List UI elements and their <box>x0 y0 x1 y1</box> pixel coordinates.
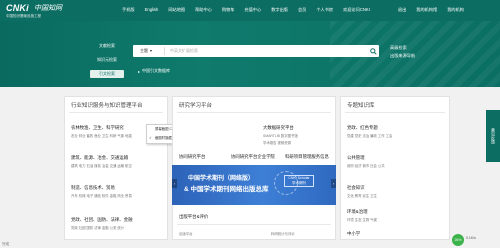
card-title[interactable]: 研究学习平台 <box>173 97 335 109</box>
sub-link[interactable]: 数字图书馆 <box>281 134 298 138</box>
category-items[interactable]: 政府 经济 城市 社会 公共 <box>347 163 385 168</box>
divider <box>177 224 331 225</box>
cnki-logo[interactable]: CNKi 中国知网 中国知识基础设施工程 <box>6 3 96 19</box>
nav-member[interactable]: 会员 <box>298 7 306 13</box>
platform-sub-links-2: 学术报告 视频资源 <box>263 140 291 145</box>
logo-cn-text: 中国知网 <box>34 5 62 12</box>
category-items[interactable]: 环境 生态 生物 气候 <box>347 217 377 222</box>
sub-link[interactable]: SMARTLIB <box>263 134 280 138</box>
chevron-right-icon[interactable]: › <box>331 179 336 188</box>
category-title[interactable]: 制造、信息技术、贸易 <box>71 185 115 191</box>
divider <box>177 112 331 113</box>
logout-link[interactable]: 退出 <box>398 7 406 13</box>
divider <box>69 112 163 113</box>
logo-text: CNKi <box>6 3 29 13</box>
category-title[interactable]: 建筑、能源、冶金、交通运输 <box>71 155 128 161</box>
tab-literature-search[interactable]: 文献检索 <box>90 42 124 50</box>
category-title[interactable]: 环境&治理 <box>347 209 368 215</box>
check-icon: ✓ <box>149 136 152 140</box>
platform-sub-links: SMARTLIB 数字图书馆 <box>263 133 298 138</box>
category-items[interactable]: 建筑 电力 石油 煤炭 冶金 交通 运输 航空 <box>71 163 132 168</box>
nav-welcome: 欢迎访问CNKI <box>343 7 370 12</box>
nav-cart[interactable]: 购物车 <box>222 7 235 13</box>
nav-english[interactable]: English <box>145 7 159 13</box>
logo-subtitle: 中国知识基础设施工程 <box>6 14 41 18</box>
tab-knowledge-search[interactable]: 知识元检索 <box>90 56 124 64</box>
top-bar: CNKi 中国知网 中国知识基础设施工程 手机版 English 网站地图 帮助… <box>0 0 500 21</box>
cnki-scholar-badge: CNKI Scholar 学术期刊 <box>284 175 314 187</box>
search-box: 主题 ▾ 中英文扩展检索 <box>133 45 379 57</box>
category-items[interactable]: 党政 社团 国防 法律 金融 公安 统计 <box>71 225 124 230</box>
advanced-search-link[interactable]: 高级检索 <box>390 45 407 51</box>
nav-library[interactable]: 个人书房 <box>316 7 333 13</box>
nav-publishing[interactable]: 数字出版 <box>271 7 288 13</box>
category-items[interactable]: 农业 林业 畜牧 渔业 卫生 科研 气象 地震 <box>71 133 132 138</box>
banner-line-2: & 中国学术期刊网络出版总库 <box>184 186 269 193</box>
nav-help[interactable]: 帮助中心 <box>195 7 212 13</box>
arrow-right-icon: ▸ <box>138 68 141 74</box>
browser-status-bar: 完成 <box>2 242 10 246</box>
my-institution-link[interactable]: 我的机构 <box>447 7 464 13</box>
category-title[interactable]: 党政、红色专题 <box>347 125 378 131</box>
search-type-select[interactable]: 主题 ▾ <box>133 47 165 55</box>
top-right-links: 退出 我的机构馆 我的机构 <box>398 7 464 13</box>
category-items[interactable]: 汽车 机械 电子 通信 软件 金融 商业 贸易 <box>71 193 132 198</box>
my-institution-library-link[interactable]: 我的机构馆 <box>416 7 437 13</box>
search-hero: 文献检索 知识元检索 引文检索 主题 ▾ 中英文扩展检索 高级检索 出版来源导航… <box>0 21 500 87</box>
search-input[interactable]: 中英文扩展检索 <box>165 48 367 54</box>
citation-db-label: 中国引文数据库 <box>142 68 171 73</box>
project-management-link[interactable]: 科研项目管理服务信息 <box>285 154 329 160</box>
category-title[interactable]: 党政、社团、国防、法律、金融 <box>71 217 132 223</box>
bottom-link[interactable]: 科研统计与评价 <box>271 231 295 236</box>
divider <box>345 112 445 113</box>
search-type-value: 主题 <box>140 48 148 53</box>
nav-sitemap[interactable]: 网站地图 <box>168 7 185 13</box>
chevron-left-icon[interactable]: ‹ <box>172 179 177 188</box>
card-title[interactable]: 专题知识库 <box>341 97 449 109</box>
tab-citation-search[interactable]: 引文检索 <box>90 70 124 78</box>
collab-platform-link[interactable]: 协同研究平台 <box>179 154 205 160</box>
big-data-platform-link[interactable]: 大数据研究平台 <box>263 125 294 131</box>
sub-link[interactable]: 视频资源 <box>278 141 292 145</box>
top-nav: 手机版 English 网站地图 帮助中心 购物车 充值中心 数字出版 会员 个… <box>122 7 370 13</box>
search-icon[interactable] <box>367 45 379 57</box>
banner-line-1: 中国学术期刊（网络版） <box>188 176 255 182</box>
card-title[interactable]: 行业知识服务与知识管理平台 <box>65 97 167 109</box>
section-title[interactable]: 出版平台&评价 <box>179 214 208 220</box>
badge-line-2: 学术期刊 <box>292 181 306 185</box>
category-items[interactable]: 文化 教育 民生 卫生 <box>347 193 377 198</box>
nav-mobile[interactable]: 手机版 <box>122 7 135 13</box>
speed-percent-badge[interactable]: 26% <box>452 234 464 246</box>
network-speed: 0.1K/s <box>466 236 476 240</box>
sub-link[interactable]: 学术报告 <box>263 141 277 145</box>
source-navigation-link[interactable]: 出版来源导航 <box>390 53 415 59</box>
category-title[interactable]: 中小学 <box>347 231 360 237</box>
category-title[interactable]: 公共管理 <box>347 155 365 161</box>
bottom-link[interactable]: 出版平台 <box>179 231 193 236</box>
collab-enterprise-link[interactable]: 协同研究平台企业学院 <box>231 154 275 160</box>
category-items[interactable]: 党建 党史 法治 廉政 工作 工会 <box>347 133 392 138</box>
feedback-tab[interactable]: 意见反馈 <box>486 110 500 162</box>
industry-knowledge-card: 行业知识服务与知识管理平台 农林牧渔、卫生、科学研究 农业 林业 畜牧 渔业 卫… <box>64 96 168 240</box>
nav-recharge[interactable]: 充值中心 <box>244 7 261 13</box>
citation-db-link[interactable]: ▸ 中国引文数据库 <box>138 68 170 74</box>
journal-banner[interactable]: ‹ 中国学术期刊（网络版） & 中国学术期刊网络出版总库 CNKI Schola… <box>172 165 336 205</box>
category-title[interactable]: 社会知识 <box>347 185 365 191</box>
category-title[interactable]: 农林牧渔、卫生、科学研究 <box>71 125 124 131</box>
chevron-down-icon: ▾ <box>150 48 153 53</box>
topic-knowledge-card: 专题知识库 党政、红色专题 党建 党史 法治 廉政 工作 工会 公共管理 政府 … <box>340 96 450 240</box>
